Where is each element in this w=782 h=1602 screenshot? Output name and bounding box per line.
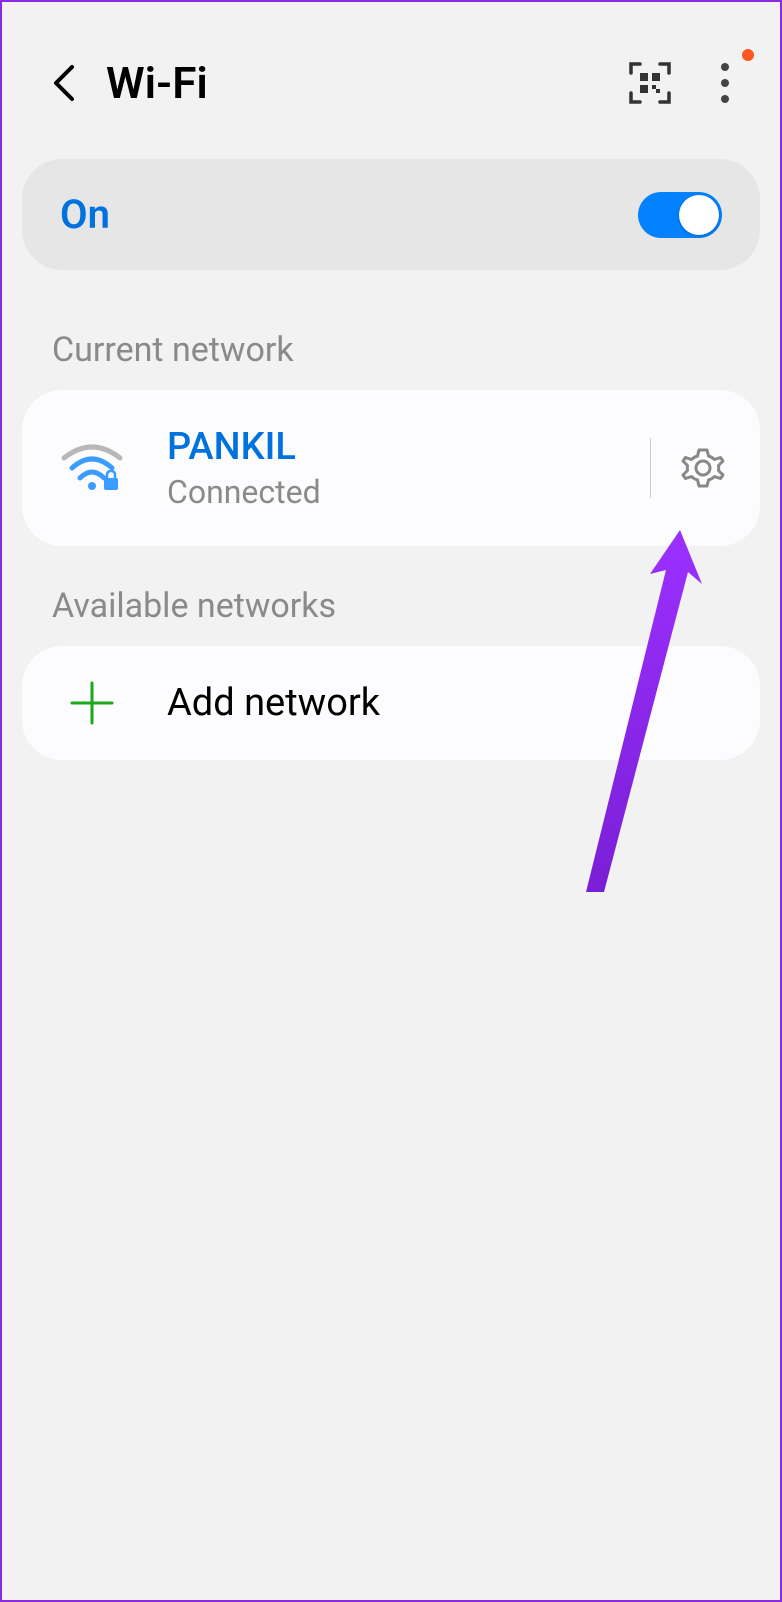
toggle-knob bbox=[679, 195, 719, 235]
notification-badge bbox=[742, 49, 754, 61]
available-networks-card: Add network bbox=[22, 646, 760, 760]
current-network-card: PANKIL Connected bbox=[22, 390, 760, 546]
add-network-button[interactable]: Add network bbox=[52, 681, 730, 725]
available-networks-label: Available networks bbox=[2, 546, 780, 646]
divider bbox=[650, 438, 651, 498]
wifi-toggle-card[interactable]: On bbox=[22, 159, 760, 270]
wifi-signal-icon-wrap bbox=[52, 442, 132, 494]
chevron-left-icon bbox=[52, 63, 76, 103]
dot-icon bbox=[721, 79, 729, 87]
page-title: Wi-Fi bbox=[106, 57, 208, 109]
back-button[interactable] bbox=[42, 61, 86, 105]
qr-code-icon bbox=[628, 61, 672, 105]
dot-icon bbox=[721, 95, 729, 103]
network-name: PANKIL bbox=[167, 425, 625, 469]
header-actions bbox=[628, 61, 740, 105]
header: Wi-Fi bbox=[2, 2, 780, 139]
network-settings-button[interactable] bbox=[676, 441, 730, 495]
network-status: Connected bbox=[167, 473, 625, 511]
network-item[interactable]: PANKIL Connected bbox=[52, 425, 730, 511]
more-options-button[interactable] bbox=[710, 61, 740, 105]
current-network-label: Current network bbox=[2, 270, 780, 390]
toggle-state-label: On bbox=[60, 191, 110, 238]
network-info: PANKIL Connected bbox=[167, 425, 625, 511]
wifi-toggle-switch[interactable] bbox=[638, 192, 722, 238]
add-network-label: Add network bbox=[167, 681, 380, 725]
dot-icon bbox=[721, 63, 729, 71]
qr-scan-button[interactable] bbox=[628, 61, 672, 105]
wifi-secure-icon bbox=[60, 442, 124, 494]
plus-icon bbox=[70, 681, 114, 725]
gear-icon bbox=[678, 443, 728, 493]
plus-icon-wrap bbox=[52, 681, 132, 725]
